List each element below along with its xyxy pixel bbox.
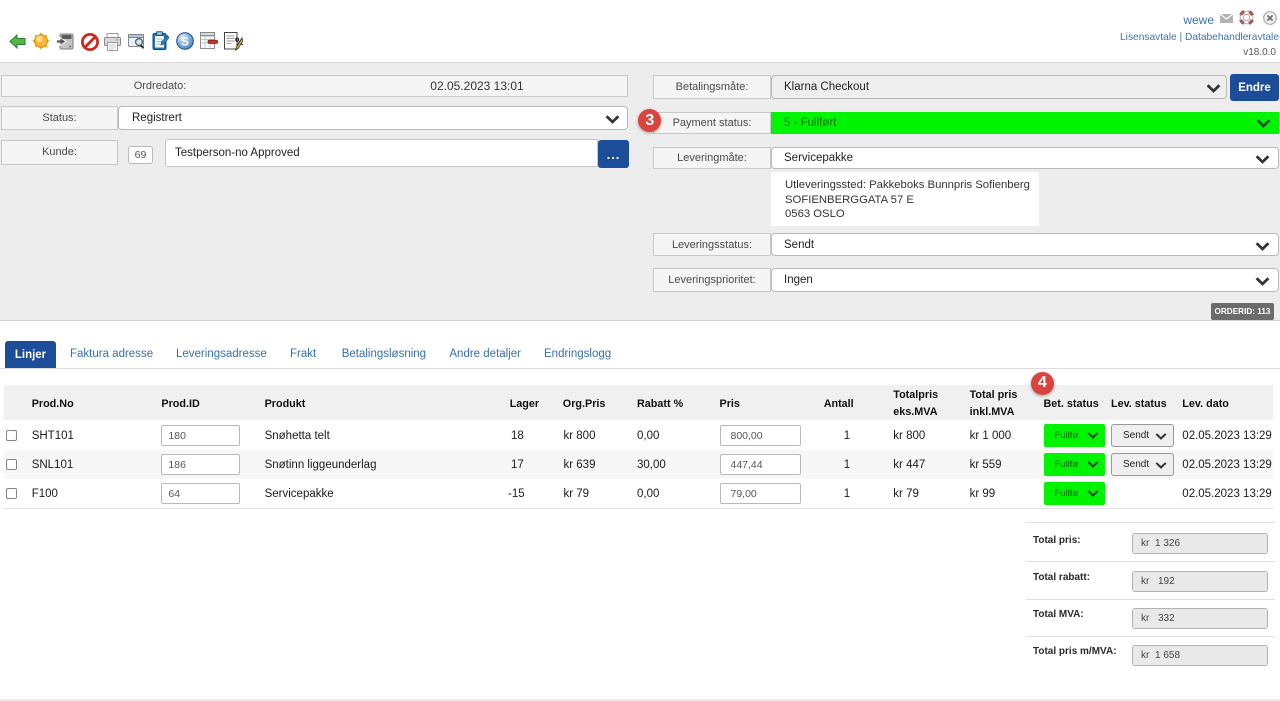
svg-text:S: S: [181, 34, 189, 48]
